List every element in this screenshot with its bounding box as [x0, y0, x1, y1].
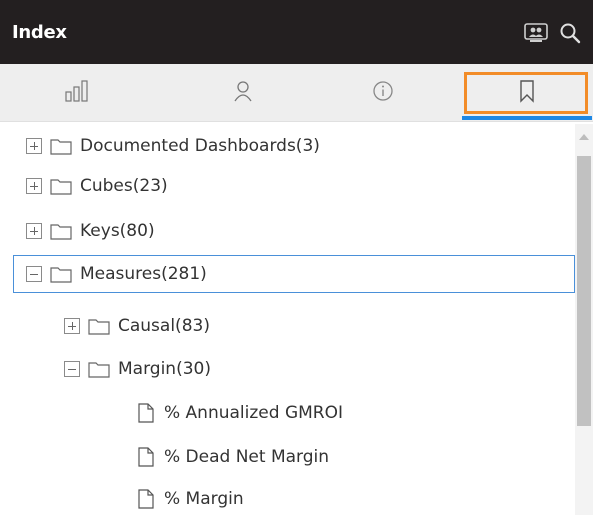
expand-icon[interactable] — [64, 318, 80, 334]
file-icon — [138, 447, 154, 467]
info-icon — [372, 80, 394, 106]
tree-item-cubes[interactable]: Cubes(23) — [26, 167, 168, 205]
tree-item-margin-percent[interactable]: % Margin — [138, 480, 244, 515]
tab-charts[interactable] — [12, 64, 142, 122]
tree-item-label: Causal(83) — [118, 316, 210, 336]
tree-item-causal[interactable]: Causal(83) — [64, 307, 210, 345]
folder-icon — [50, 179, 72, 195]
collapse-icon[interactable] — [64, 361, 80, 377]
folder-open-icon — [88, 362, 110, 378]
folder-icon — [88, 319, 110, 335]
active-tab-indicator — [462, 116, 592, 120]
tree-item-label: Margin(30) — [118, 359, 211, 379]
folder-icon — [50, 139, 72, 155]
tree-item-annualized-gmroi[interactable]: % Annualized GMROI — [138, 394, 343, 432]
tree-item-documented-dashboards[interactable]: Documented Dashboards(3) — [26, 127, 320, 165]
scroll-up-arrow-icon[interactable] — [579, 134, 589, 140]
tree-item-label: Measures(281) — [80, 264, 207, 284]
scrollbar-thumb[interactable] — [577, 156, 591, 426]
tree-item-dead-net-margin[interactable]: % Dead Net Margin — [138, 438, 329, 476]
people-icon[interactable] — [523, 20, 549, 46]
tree-item-label: Cubes(23) — [80, 176, 168, 196]
expand-icon[interactable] — [26, 138, 42, 154]
page-title: Index — [12, 21, 67, 43]
tree-item-label: Documented Dashboards(3) — [80, 136, 320, 156]
bookmark-icon — [519, 79, 535, 107]
tab-bookmark[interactable] — [462, 64, 592, 122]
tree-item-label: % Margin — [164, 489, 244, 509]
tab-info[interactable] — [318, 64, 448, 122]
tab-bar — [0, 64, 593, 122]
collapse-icon[interactable] — [26, 266, 42, 282]
tree-item-keys[interactable]: Keys(80) — [26, 212, 155, 250]
app-header: Index — [0, 0, 593, 64]
tree-item-label: % Annualized GMROI — [164, 403, 343, 423]
expand-icon[interactable] — [26, 178, 42, 194]
header-actions — [523, 20, 583, 46]
tab-user[interactable] — [178, 64, 308, 122]
tree-item-measures[interactable]: Measures(281) — [13, 255, 575, 293]
file-icon — [138, 489, 154, 509]
index-tree: Documented Dashboards(3) Cubes(23) Keys(… — [0, 124, 575, 515]
expand-icon[interactable] — [26, 223, 42, 239]
tree-item-margin[interactable]: Margin(30) — [64, 350, 211, 388]
bar-chart-icon — [64, 80, 90, 106]
search-icon[interactable] — [557, 20, 583, 46]
folder-open-icon — [50, 267, 72, 283]
file-icon — [138, 403, 154, 423]
user-icon — [233, 80, 253, 106]
tree-item-label: % Dead Net Margin — [164, 447, 330, 467]
folder-icon — [50, 224, 72, 240]
vertical-scrollbar[interactable] — [575, 124, 593, 515]
tree-item-label: Keys(80) — [80, 221, 155, 241]
